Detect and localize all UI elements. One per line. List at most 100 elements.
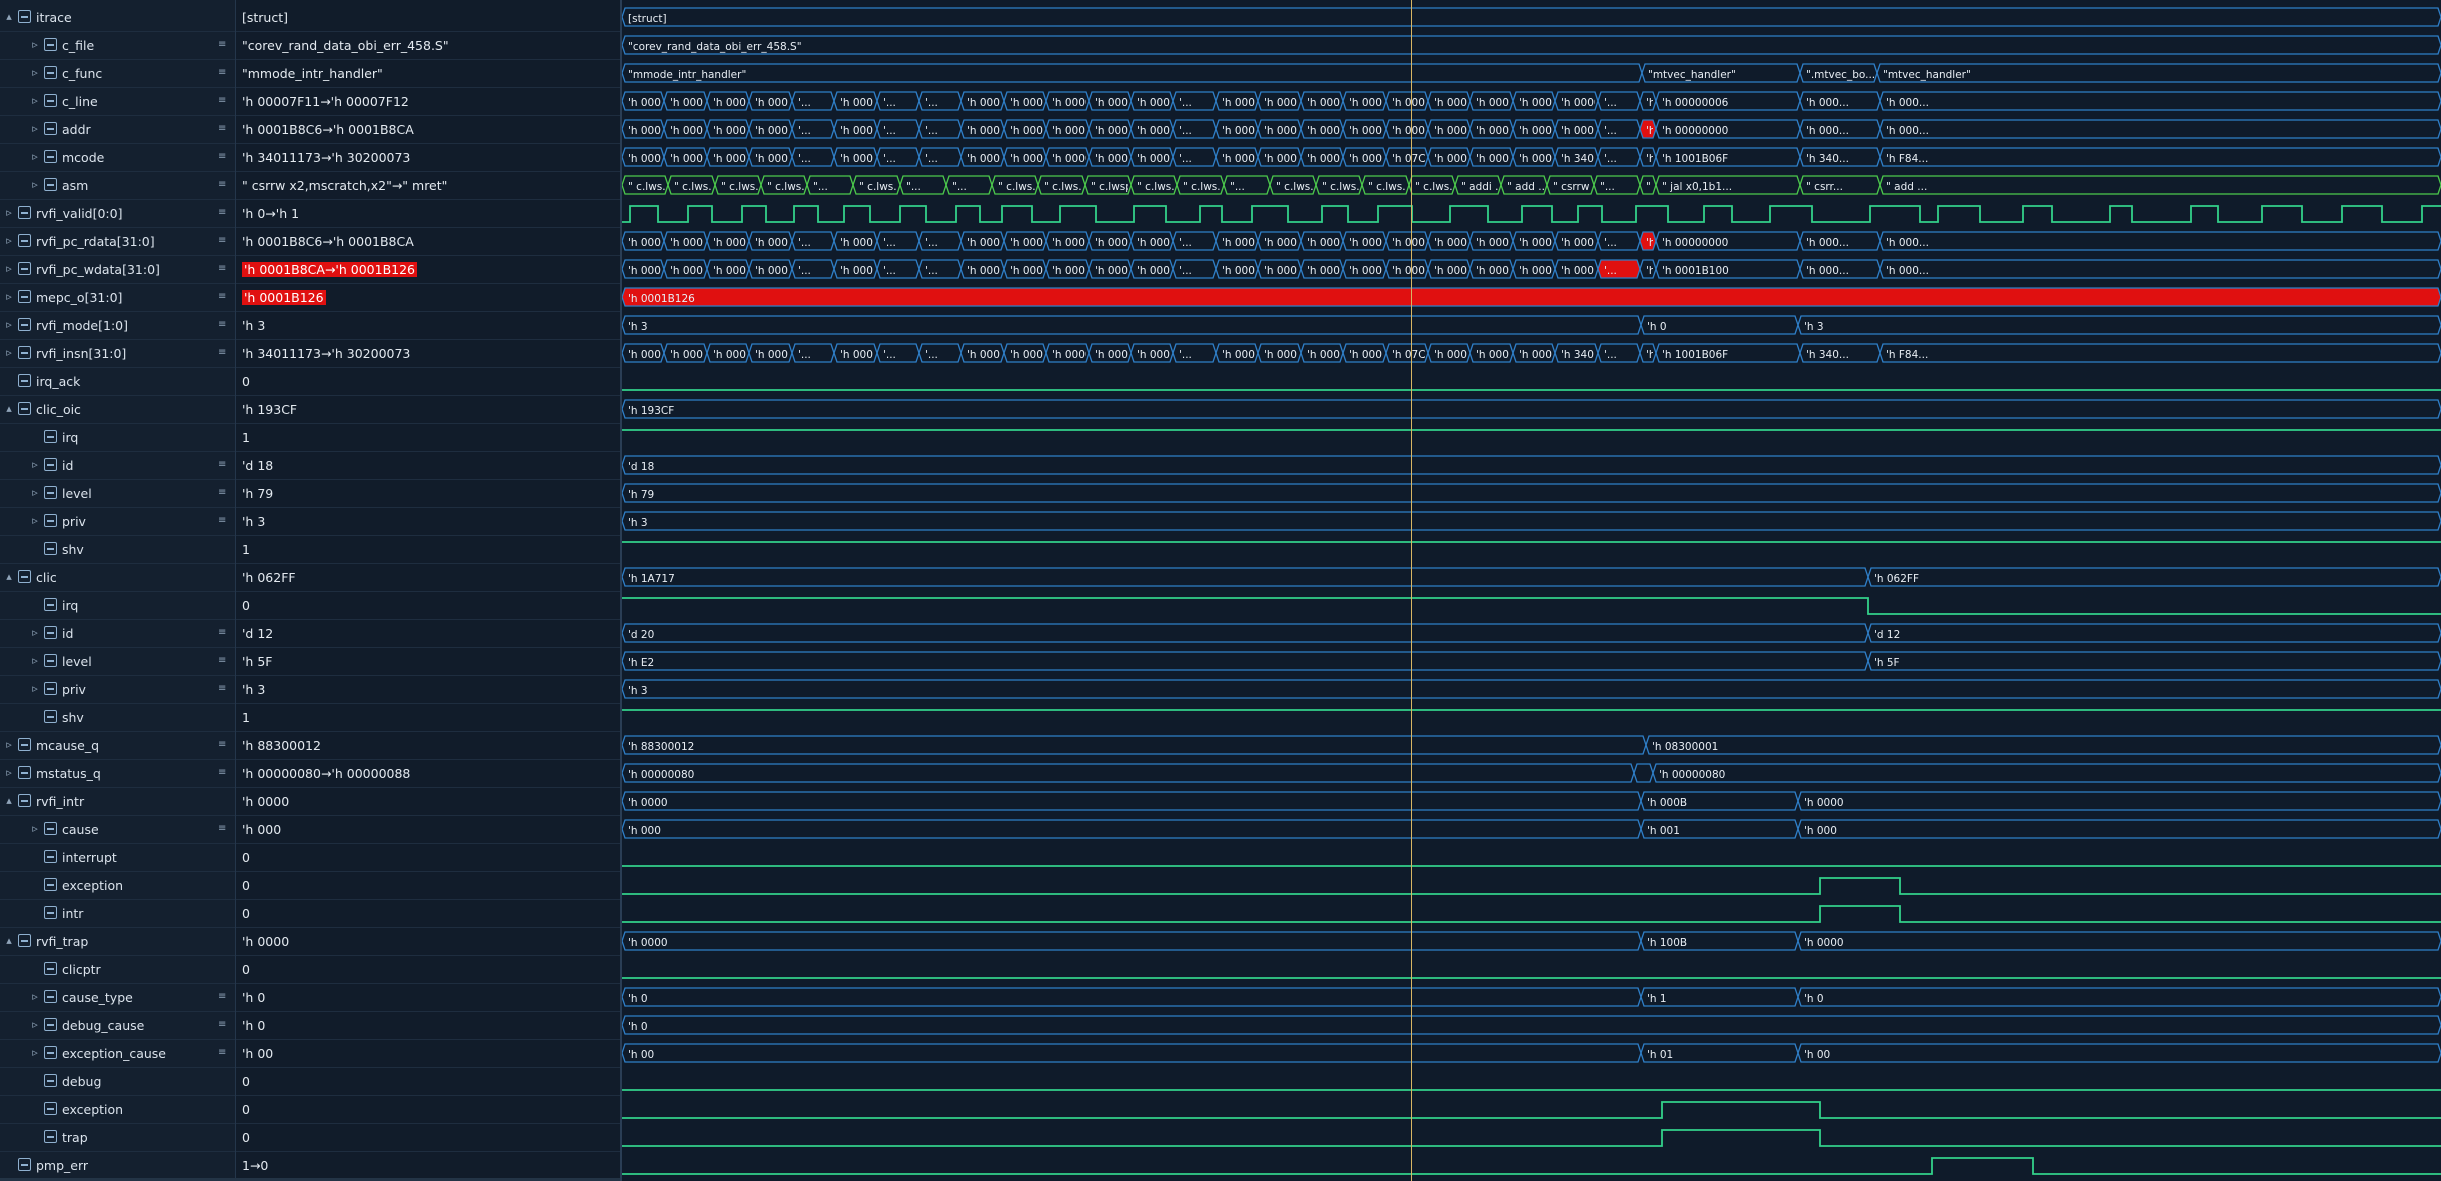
bus-wave[interactable]: 'h 0000 'h 100B 'h 0000 [622,931,2441,951]
bus-wave[interactable]: 'h 000...'h 000...'h 000...'h 000... '...… [622,343,2441,363]
format-menu-icon[interactable]: ≡ [218,123,226,134]
signal-row-level[interactable]: ▹ level ≡ [0,480,235,508]
bit-wave[interactable] [622,905,2441,923]
signal-row-rvfi-intr[interactable]: ▴ rvfi_intr [0,788,235,816]
bus-wave[interactable]: 'h 1A717 'h 062FF [622,567,2441,587]
signal-name-pane[interactable]: ▴ itrace ▹ c_file ≡ ▹ c_func ≡ ▹ c_line ≡ ▹ addr ≡ ▹ mc… [0,0,236,1181]
signal-row-exception[interactable]: exception [0,872,235,900]
signal-row-trap[interactable]: trap [0,1124,235,1152]
expand-arrow-icon[interactable]: ▹ [4,206,14,219]
expand-arrow-icon[interactable]: ▹ [30,1046,40,1059]
format-menu-icon[interactable]: ≡ [218,1047,226,1058]
waveform-pane[interactable]: [struct] "corev_rand_data_obi_err_458.S" "… [622,0,2441,1181]
expand-arrow-icon[interactable]: ▹ [30,178,40,191]
signal-row-c-file[interactable]: ▹ c_file ≡ [0,32,235,60]
bus-wave[interactable]: [struct] [622,7,2441,27]
time-cursor[interactable] [1411,0,1412,1181]
signal-row-irq[interactable]: irq [0,592,235,620]
signal-row-mcode[interactable]: ▹ mcode ≡ [0,144,235,172]
bus-wave[interactable]: 'h 3 'h 0 'h 3 [622,315,2441,335]
expand-arrow-icon[interactable]: ▹ [30,514,40,527]
format-menu-icon[interactable]: ≡ [218,263,226,274]
expand-arrow-icon[interactable]: ▹ [4,766,14,779]
format-menu-icon[interactable]: ≡ [218,291,226,302]
bus-wave[interactable]: 'h 193CF [622,399,2441,419]
signal-row-id[interactable]: ▹ id ≡ [0,620,235,648]
expand-arrow-icon[interactable]: ▹ [30,66,40,79]
signal-row-clic-oic[interactable]: ▴ clic_oic [0,396,235,424]
format-menu-icon[interactable]: ≡ [218,235,226,246]
collapse-arrow-icon[interactable]: ▴ [4,794,14,807]
bit-wave[interactable] [622,597,2441,615]
bus-wave[interactable]: 'h 000...'h 000...'h 000...'h 000... '...… [622,147,2441,167]
bus-wave[interactable]: 'h 88300012 'h 08300001 [622,735,2441,755]
signal-row-level[interactable]: ▹ level ≡ [0,648,235,676]
collapse-arrow-icon[interactable]: ▴ [4,10,14,23]
signal-row-rvfi-pc-rdata-31-0[interactable]: ▹ rvfi_pc_rdata[31:0] ≡ [0,228,235,256]
format-menu-icon[interactable]: ≡ [218,1019,226,1030]
bus-wave[interactable]: 'h 000 'h 001 'h 000 [622,819,2441,839]
bit-wave[interactable] [622,205,2441,223]
bus-wave[interactable]: 'd 20 'd 12 [622,623,2441,643]
format-menu-icon[interactable]: ≡ [218,347,226,358]
signal-row-exception[interactable]: exception [0,1096,235,1124]
signal-row-interrupt[interactable]: interrupt [0,844,235,872]
format-menu-icon[interactable]: ≡ [218,207,226,218]
signal-row-cause-type[interactable]: ▹ cause_type ≡ [0,984,235,1012]
bus-wave[interactable]: 'h 0 [622,1015,2441,1035]
signal-row-c-line[interactable]: ▹ c_line ≡ [0,88,235,116]
format-menu-icon[interactable]: ≡ [218,179,226,190]
bus-wave[interactable]: " c.lws... " c.lws... " c.lws... " c.lws...… [622,175,2441,195]
signal-row-rvfi-mode-1-0[interactable]: ▹ rvfi_mode[1:0] ≡ [0,312,235,340]
expand-arrow-icon[interactable]: ▹ [4,318,14,331]
format-menu-icon[interactable]: ≡ [218,991,226,1002]
signal-row-c-func[interactable]: ▹ c_func ≡ [0,60,235,88]
signal-row-clicptr[interactable]: clicptr [0,956,235,984]
expand-arrow-icon[interactable]: ▹ [30,150,40,163]
signal-row-id[interactable]: ▹ id ≡ [0,452,235,480]
bus-wave[interactable]: 'h 79 [622,483,2441,503]
bus-wave[interactable]: 'h 000...'h 000...'h 000...'h 000... '...… [622,231,2441,251]
bus-wave[interactable]: 'h 000...'h 000...'h 000...'h 000... '...… [622,259,2441,279]
expand-arrow-icon[interactable]: ▹ [30,1018,40,1031]
bus-wave[interactable]: 'h 00000080 'h 00000080 [622,763,2441,783]
signal-row-rvfi-valid-0-0[interactable]: ▹ rvfi_valid[0:0] ≡ [0,200,235,228]
signal-row-mstatus-q[interactable]: ▹ mstatus_q ≡ [0,760,235,788]
bus-wave[interactable]: 'd 18 [622,455,2441,475]
expand-arrow-icon[interactable]: ▹ [4,234,14,247]
bus-wave[interactable]: 'h 3 [622,679,2441,699]
format-menu-icon[interactable]: ≡ [218,487,226,498]
signal-row-irq-ack[interactable]: irq_ack [0,368,235,396]
expand-arrow-icon[interactable]: ▹ [4,738,14,751]
signal-row-shv[interactable]: shv [0,704,235,732]
format-menu-icon[interactable]: ≡ [218,67,226,78]
bit-wave[interactable] [622,1101,2441,1119]
bus-wave[interactable]: "corev_rand_data_obi_err_458.S" [622,35,2441,55]
bit-wave[interactable] [622,1129,2441,1147]
bus-wave[interactable]: 'h 0 'h 1 'h 0 [622,987,2441,1007]
expand-arrow-icon[interactable]: ▹ [30,626,40,639]
expand-arrow-icon[interactable]: ▹ [30,822,40,835]
format-menu-icon[interactable]: ≡ [218,95,226,106]
signal-row-rvfi-insn-31-0[interactable]: ▹ rvfi_insn[31:0] ≡ [0,340,235,368]
waveform-canvas[interactable]: [struct] "corev_rand_data_obi_err_458.S" "… [622,0,2441,1181]
expand-arrow-icon[interactable]: ▹ [30,122,40,135]
expand-arrow-icon[interactable]: ▹ [30,682,40,695]
expand-arrow-icon[interactable]: ▹ [4,262,14,275]
format-menu-icon[interactable]: ≡ [218,767,226,778]
signal-row-priv[interactable]: ▹ priv ≡ [0,676,235,704]
collapse-arrow-icon[interactable]: ▴ [4,934,14,947]
signal-row-pmp-err[interactable]: pmp_err [0,1152,235,1180]
expand-arrow-icon[interactable]: ▹ [30,486,40,499]
format-menu-icon[interactable]: ≡ [218,823,226,834]
format-menu-icon[interactable]: ≡ [218,459,226,470]
bus-wave[interactable]: 'h 000...'h 000...'h 000...'h 000... '...… [622,91,2441,111]
collapse-arrow-icon[interactable]: ▴ [4,402,14,415]
bit-wave[interactable] [622,1157,2441,1175]
format-menu-icon[interactable]: ≡ [218,683,226,694]
signal-row-mcause-q[interactable]: ▹ mcause_q ≡ [0,732,235,760]
signal-row-addr[interactable]: ▹ addr ≡ [0,116,235,144]
signal-row-debug[interactable]: debug [0,1068,235,1096]
signal-row-priv[interactable]: ▹ priv ≡ [0,508,235,536]
bus-wave[interactable]: 'h E2 'h 5F [622,651,2441,671]
